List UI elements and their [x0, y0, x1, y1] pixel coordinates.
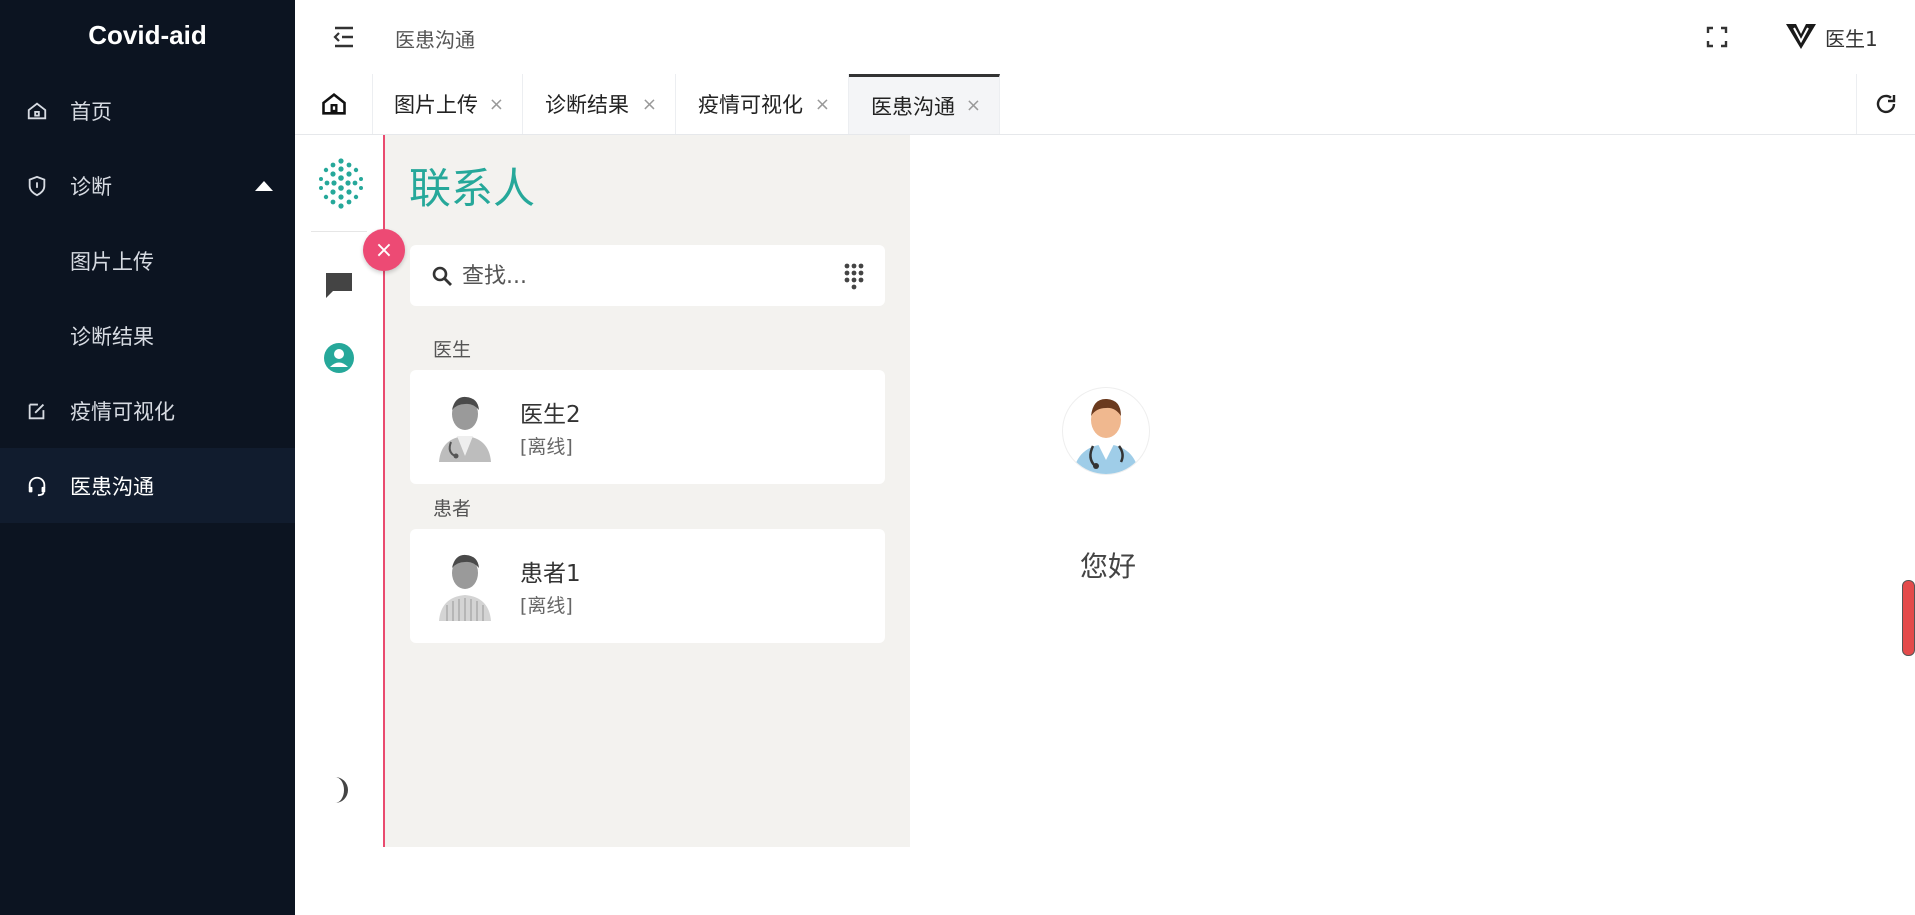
- contacts-title: 联系人: [409, 164, 536, 213]
- menu-fold-icon[interactable]: [331, 24, 357, 50]
- app-logo-icon: [319, 158, 363, 209]
- home-icon: [321, 93, 346, 115]
- refresh-button[interactable]: [1856, 74, 1915, 134]
- sidebar-item-image-upload[interactable]: 图片上传: [0, 223, 295, 298]
- dialpad-icon[interactable]: [843, 262, 865, 290]
- tab-home[interactable]: [295, 74, 373, 134]
- avatar: [439, 396, 491, 462]
- search-icon: [432, 266, 452, 286]
- avatar: [439, 554, 491, 621]
- search-box: [410, 245, 885, 306]
- tab-epidemic-visualization[interactable]: 疫情可视化 ×: [676, 74, 849, 134]
- close-icon[interactable]: ×: [966, 95, 981, 116]
- tab-label: 疫情可视化: [698, 93, 803, 117]
- list-item[interactable]: 患者1 [离线]: [410, 529, 885, 643]
- sidebar-item-diagnosis-result[interactable]: 诊断结果: [0, 298, 295, 373]
- brand-title: Covid-aid: [88, 19, 207, 50]
- tab-diagnosis-result[interactable]: 诊断结果 ×: [523, 74, 676, 134]
- breadcrumb: 医患沟通: [395, 28, 475, 52]
- sidebar-item-label: 图片上传: [70, 249, 154, 274]
- chevron-up-icon: [255, 180, 273, 191]
- tab-label: 诊断结果: [545, 93, 629, 117]
- chat-message: 您好: [1080, 550, 1137, 583]
- user-name[interactable]: 医生1: [1825, 23, 1878, 52]
- edit-icon: [28, 403, 45, 419]
- group-title-doctor: 医生: [433, 339, 472, 361]
- contact-status: [离线]: [520, 595, 573, 617]
- avatar: [1063, 388, 1149, 474]
- scrollbar[interactable]: [1902, 580, 1915, 656]
- sidebar: Covid-aid 首页 诊断 图片上传 诊断结果 疫情可视化 医患沟通: [0, 0, 295, 915]
- close-icon[interactable]: ×: [815, 94, 830, 115]
- sidebar-item-label: 诊断: [70, 174, 112, 199]
- user-logo-icon: [1786, 24, 1816, 49]
- sidebar-item-diagnosis[interactable]: 诊断: [0, 148, 295, 223]
- contact-icon[interactable]: [323, 342, 355, 374]
- top-header: 医患沟通 医生1: [295, 0, 1915, 75]
- home-icon: [27, 102, 47, 119]
- sidebar-item-label: 医患沟通: [70, 474, 154, 499]
- sidebar-item-label: 首页: [70, 99, 112, 124]
- tab-label: 图片上传: [394, 93, 478, 117]
- sidebar-item-label: 诊断结果: [70, 324, 154, 349]
- shield-icon: [28, 175, 46, 196]
- divider: [311, 231, 367, 232]
- headset-icon: [28, 476, 46, 496]
- tab-image-upload[interactable]: 图片上传 ×: [372, 74, 523, 134]
- sidebar-item-doctor-patient-chat[interactable]: 医患沟通: [0, 448, 295, 523]
- tab-bar: 图片上传 × 诊断结果 × 疫情可视化 × 医患沟通 ×: [295, 74, 1915, 135]
- list-item[interactable]: 医生2 [离线]: [410, 370, 885, 484]
- sidebar-item-label: 疫情可视化: [70, 399, 175, 424]
- contact-status: [离线]: [520, 436, 573, 458]
- tab-doctor-patient-chat[interactable]: 医患沟通 ×: [849, 74, 1000, 134]
- sidebar-item-home[interactable]: 首页: [0, 73, 295, 148]
- chat-icon[interactable]: [323, 269, 355, 301]
- doctor-avatar-icon: [1073, 398, 1139, 474]
- group-title-patient: 患者: [433, 498, 472, 520]
- close-icon[interactable]: ×: [642, 94, 657, 115]
- chat-panel: 您好: [910, 135, 1915, 915]
- refresh-icon: [1876, 94, 1896, 114]
- moon-icon[interactable]: [325, 775, 353, 805]
- close-icon[interactable]: ×: [489, 94, 504, 115]
- contact-name: 患者1: [520, 561, 581, 587]
- contacts-panel: 联系人 医生 医生2 [离线] 患者 患者1 [: [385, 135, 910, 847]
- sidebar-item-epidemic-visualization[interactable]: 疫情可视化: [0, 373, 295, 448]
- tab-label: 医患沟通: [871, 94, 955, 119]
- contact-name: 医生2: [520, 402, 581, 428]
- search-input[interactable]: [460, 257, 824, 295]
- close-button[interactable]: ×: [363, 229, 405, 271]
- fullscreen-icon[interactable]: [1705, 25, 1729, 49]
